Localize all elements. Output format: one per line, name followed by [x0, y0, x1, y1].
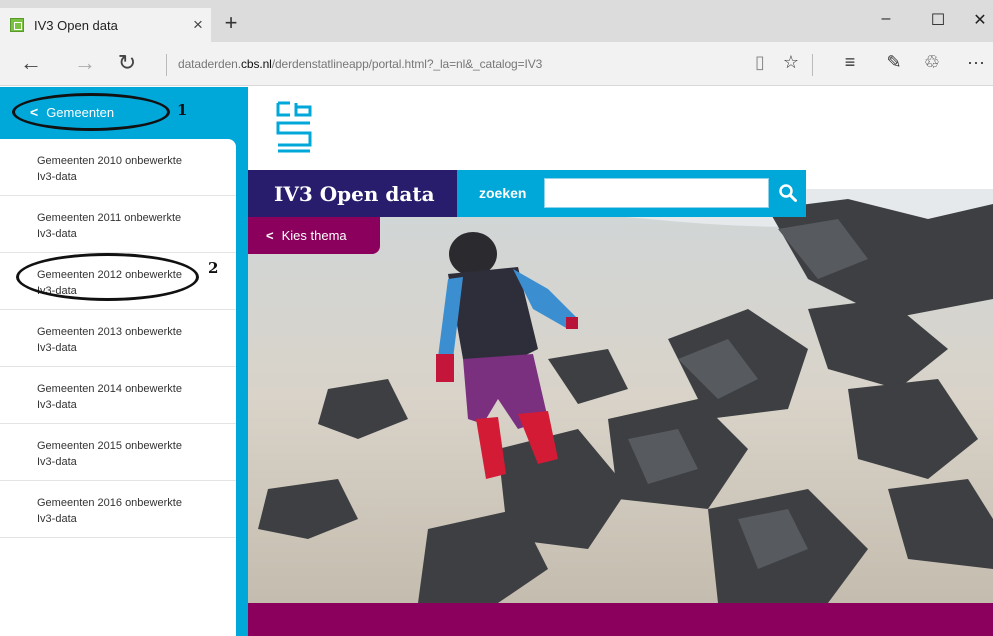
sidebar-list: Gemeenten 2010 onbewerkte Iv3-data Gemeent…: [0, 139, 236, 636]
main-content: IV3 Open data zoeken < Kies thema: [248, 87, 993, 636]
brand-title: IV3 Open data: [248, 170, 457, 217]
cbs-logo-icon: [276, 101, 312, 153]
web-note-icon[interactable]: ✎: [880, 52, 908, 73]
sidebar-item-sublabel: Iv3-data: [37, 399, 77, 411]
url-field[interactable]: dataderden.cbs.nl/derdenstatlineapp/port…: [178, 57, 542, 71]
sidebar-item-sublabel: Iv3-data: [37, 228, 77, 240]
back-arrow-icon[interactable]: ←: [16, 52, 46, 74]
sidebar-item-sublabel: Iv3-data: [37, 342, 77, 354]
tab-close-icon[interactable]: ×: [185, 15, 211, 35]
chevron-left-icon: <: [30, 104, 39, 120]
search-label: zoeken: [479, 185, 527, 201]
sidebar-item-label: Gemeenten 2016 onbewerkte: [37, 497, 182, 509]
search-icon: [779, 184, 797, 202]
search-button[interactable]: [775, 178, 801, 208]
search-bar: IV3 Open data zoeken: [248, 170, 806, 217]
sidebar-item-label: Gemeenten 2010 onbewerkte: [37, 155, 182, 167]
annotation-marker-1: 1: [177, 101, 188, 119]
forward-arrow-icon[interactable]: →: [70, 52, 100, 74]
share-icon[interactable]: ♲: [918, 52, 946, 73]
sidebar-item-sublabel: Iv3-data: [37, 285, 77, 297]
more-icon[interactable]: ···: [962, 52, 990, 73]
browser-tab[interactable]: IV3 Open data ×: [0, 8, 211, 42]
browser-tab-bar: IV3 Open data × + – ☐ ✕: [0, 0, 993, 42]
refresh-icon[interactable]: ↻: [112, 52, 142, 74]
sidebar-item-label: Gemeenten 2011 onbewerkte: [37, 212, 182, 224]
kies-thema-label: Kies thema: [281, 228, 347, 243]
hub-icon[interactable]: ≡: [836, 52, 864, 73]
sidebar-item-label: Gemeenten 2015 onbewerkte: [37, 440, 182, 452]
search-input[interactable]: [544, 178, 769, 208]
sidebar-item-gemeenten-2012[interactable]: Gemeenten 2012 onbewerkte Iv3-data: [0, 253, 236, 310]
close-window-icon[interactable]: ✕: [960, 10, 993, 30]
url-prefix: dataderden.: [178, 57, 241, 71]
chevron-left-icon: <: [266, 228, 274, 243]
sidebar: < Gemeenten 1 Gemeenten 2010 onbewerkte I…: [0, 87, 248, 636]
gemeenten-back-button[interactable]: < Gemeenten: [24, 101, 122, 123]
url-domain: cbs.nl: [240, 57, 272, 71]
tab-title: IV3 Open data: [34, 17, 118, 33]
back-button-label: Gemeenten: [46, 104, 115, 120]
sidebar-item-gemeenten-2010[interactable]: Gemeenten 2010 onbewerkte Iv3-data: [0, 139, 236, 196]
favicon-icon: [10, 18, 24, 32]
url-suffix: /derdenstatlineapp/portal.html?_la=nl&_c…: [271, 57, 543, 71]
sidebar-item-gemeenten-2015[interactable]: Gemeenten 2015 onbewerkte Iv3-data: [0, 424, 236, 481]
sidebar-item-sublabel: Iv3-data: [37, 171, 77, 183]
bottom-bar: [248, 603, 993, 636]
sidebar-item-label: Gemeenten 2013 onbewerkte: [37, 326, 182, 338]
sidebar-item-sublabel: Iv3-data: [37, 456, 77, 468]
annotation-marker-2: 2: [208, 259, 219, 277]
sidebar-item-label: Gemeenten 2012 onbewerkte: [37, 269, 182, 281]
reading-view-icon[interactable]: ▯: [746, 52, 774, 73]
sidebar-item-gemeenten-2016[interactable]: Gemeenten 2016 onbewerkte Iv3-data: [0, 481, 236, 538]
sidebar-item-gemeenten-2011[interactable]: Gemeenten 2011 onbewerkte Iv3-data: [0, 196, 236, 253]
sidebar-item-sublabel: Iv3-data: [37, 513, 77, 525]
sidebar-item-gemeenten-2014[interactable]: Gemeenten 2014 onbewerkte Iv3-data: [0, 367, 236, 424]
favorite-star-icon[interactable]: ☆: [777, 52, 805, 73]
minimize-icon[interactable]: –: [866, 10, 906, 28]
new-tab-icon[interactable]: +: [220, 10, 242, 36]
maximize-icon[interactable]: ☐: [918, 10, 958, 30]
kies-thema-button[interactable]: < Kies thema: [248, 217, 380, 254]
url-separator: [166, 54, 167, 76]
page: < Gemeenten 1 Gemeenten 2010 onbewerkte I…: [0, 87, 993, 636]
address-bar: ← → ↻ dataderden.cbs.nl/derdenstatlineap…: [0, 42, 993, 86]
sidebar-item-label: Gemeenten 2014 onbewerkte: [37, 383, 182, 395]
sidebar-item-gemeenten-2013[interactable]: Gemeenten 2013 onbewerkte Iv3-data: [0, 310, 236, 367]
toolbar-separator: [812, 54, 813, 76]
sidebar-header: < Gemeenten 1: [0, 87, 248, 139]
